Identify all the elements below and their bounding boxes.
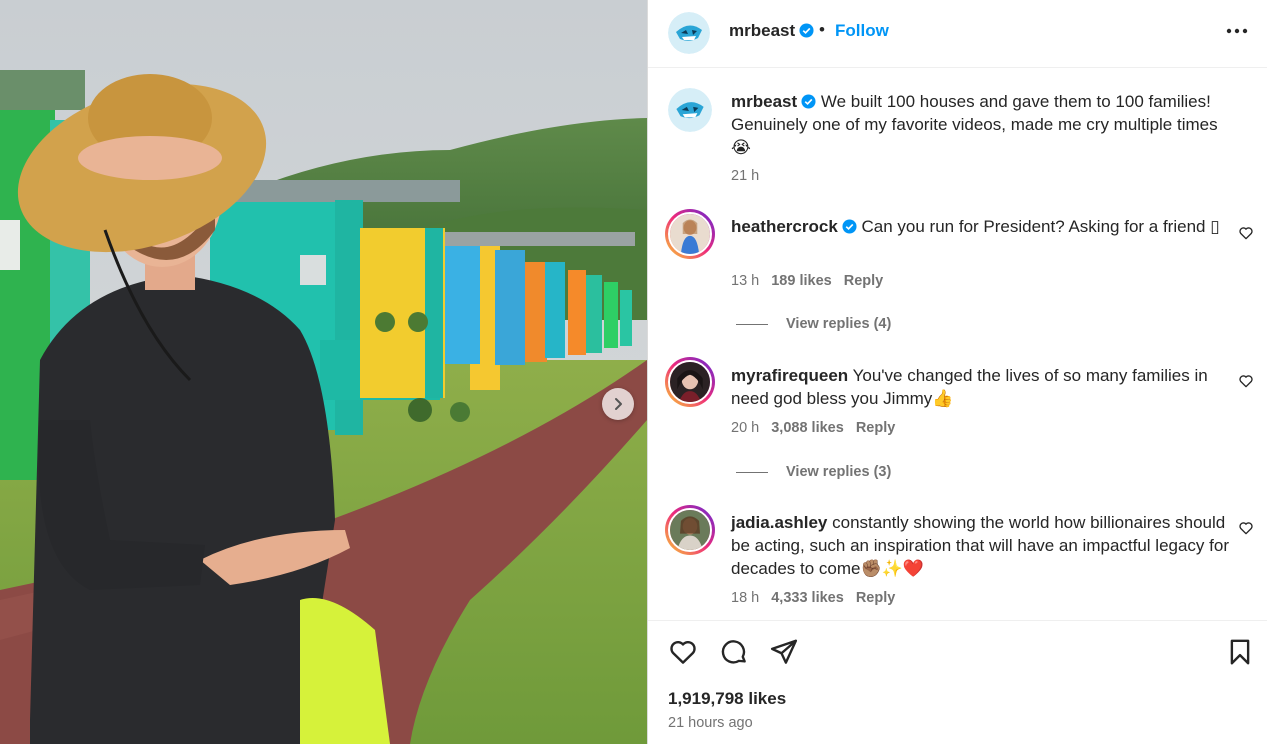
caption-text-block: mrbeast We built 100 houses and gave the… (731, 90, 1231, 159)
comment-time[interactable]: 20 h (731, 420, 759, 436)
mrbeast-logo-icon (668, 12, 710, 54)
view-replies-button[interactable]: View replies (3) (736, 464, 891, 480)
follow-button[interactable]: Follow (835, 21, 889, 41)
heart-icon[interactable] (668, 637, 698, 667)
separator-dot: • (819, 20, 825, 39)
comment-username[interactable]: jadia.ashley (731, 513, 827, 532)
verified-badge-icon (801, 94, 816, 109)
verified-badge-icon (799, 23, 814, 38)
author-username-text[interactable]: mrbeast (729, 21, 795, 40)
caption-avatar[interactable] (668, 88, 712, 132)
post-detail-panel: mrbeast • Follow mrbeast We built 100 ho… (647, 0, 1267, 744)
author-username[interactable]: mrbeast (729, 21, 814, 41)
comment-meta: 18 h 4,333 likes Reply (731, 590, 907, 606)
avatar-image (668, 508, 712, 552)
comment-icon[interactable] (719, 637, 749, 667)
commenter-avatar[interactable] (665, 357, 715, 407)
like-comment-heart-icon[interactable] (1238, 373, 1254, 389)
comment-time[interactable]: 13 h (731, 273, 759, 289)
comment-username[interactable]: myrafirequeen (731, 366, 848, 385)
divider-line (736, 471, 768, 473)
mrbeast-logo-icon (668, 88, 712, 132)
comment-meta: 13 h 189 likes Reply (731, 273, 895, 289)
comment-username[interactable]: heathercrock (731, 217, 838, 236)
divider-line (736, 323, 768, 325)
caption-meta: 21 h (731, 168, 771, 184)
avatar-image (668, 212, 712, 256)
post-media[interactable] (0, 0, 647, 744)
share-icon[interactable] (769, 637, 799, 667)
comment-text-block: heathercrock Can you run for President? … (731, 215, 1231, 238)
reply-button[interactable]: Reply (856, 420, 896, 436)
comment-meta: 20 h 3,088 likes Reply (731, 420, 907, 436)
post-likes-count[interactable]: 1,919,798 likes (668, 689, 786, 709)
avatar-image (668, 360, 712, 404)
commenter-avatar[interactable] (665, 209, 715, 259)
caption-time[interactable]: 21 h (731, 168, 759, 184)
view-replies-button[interactable]: View replies (4) (736, 316, 891, 332)
author-avatar[interactable] (668, 12, 710, 54)
view-replies-label[interactable]: View replies (4) (786, 316, 891, 332)
comment-text-block: jadia.ashley constantly showing the worl… (731, 511, 1231, 580)
caption-username[interactable]: mrbeast (731, 92, 797, 111)
comment-likes[interactable]: 4,333 likes (771, 590, 844, 606)
commenter-avatar[interactable] (665, 505, 715, 555)
comment-likes[interactable]: 189 likes (771, 273, 831, 289)
verified-badge-icon (842, 219, 857, 234)
like-comment-heart-icon[interactable] (1238, 225, 1254, 241)
post-timestamp[interactable]: 21 hours ago (668, 715, 753, 731)
comment-text: Can you run for President? Asking for a … (861, 217, 1220, 236)
view-replies-label[interactable]: View replies (3) (786, 464, 891, 480)
like-comment-heart-icon[interactable] (1238, 520, 1254, 536)
post-header: mrbeast • Follow (648, 0, 1267, 68)
more-horizontal-icon[interactable] (1224, 18, 1250, 44)
reply-button[interactable]: Reply (844, 273, 884, 289)
reply-button[interactable]: Reply (856, 590, 896, 606)
bookmark-icon[interactable] (1225, 637, 1255, 667)
post-photo (0, 0, 647, 744)
comment-likes[interactable]: 3,088 likes (771, 420, 844, 436)
post-actions: 1,919,798 likes 21 hours ago (648, 620, 1267, 744)
comment-time[interactable]: 18 h (731, 590, 759, 606)
next-media-button[interactable] (602, 388, 634, 420)
chevron-right-icon (615, 398, 622, 410)
comment-text-block: myrafirequeen You've changed the lives o… (731, 364, 1231, 410)
